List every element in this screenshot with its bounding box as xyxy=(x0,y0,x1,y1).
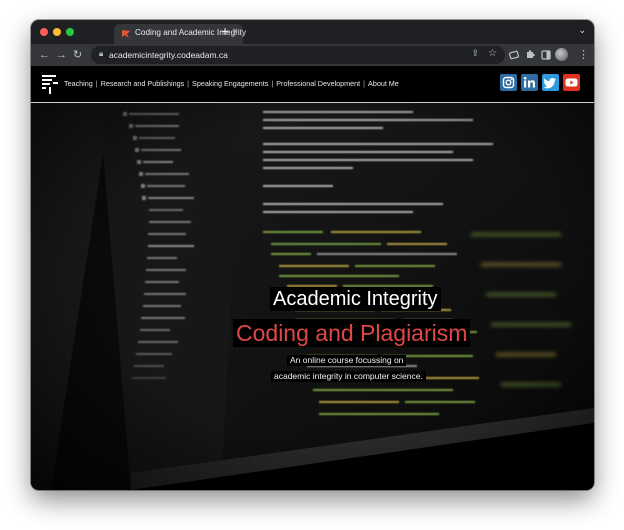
window-maximize-button[interactable] xyxy=(66,28,74,36)
forward-arrow-icon[interactable]: → xyxy=(56,47,67,63)
window-close-button[interactable] xyxy=(40,28,48,36)
puzzle-extensions-icon[interactable] xyxy=(525,49,536,60)
site-favicon-icon xyxy=(122,30,130,38)
bookmark-star-icon[interactable]: ☆ xyxy=(488,48,497,59)
site-logo[interactable] xyxy=(41,73,59,95)
more-menu-icon[interactable]: ⋮ xyxy=(578,47,589,63)
nav-research-link[interactable]: Research and Publishings xyxy=(101,79,185,88)
new-tab-button[interactable]: + xyxy=(221,23,229,39)
hero-banner: Academic Integrity Coding and Plagiarism… xyxy=(31,103,594,490)
hero-description-line-1: An online course focussing on xyxy=(287,355,407,366)
twitter-icon[interactable] xyxy=(542,74,559,91)
nav-separator: | xyxy=(95,79,98,88)
nav-teaching-link[interactable]: Teaching xyxy=(64,79,93,88)
youtube-icon[interactable] xyxy=(563,74,580,91)
linkedin-icon[interactable] xyxy=(521,74,538,91)
share-icon[interactable]: ⇪ xyxy=(471,48,479,59)
hero-description-line-2: academic integrity in computer science. xyxy=(271,371,426,382)
nav-links: Teaching | Research and Publishings | Sp… xyxy=(64,79,399,88)
nav-separator: | xyxy=(271,79,274,88)
nav-professional-development-link[interactable]: Professional Development xyxy=(276,79,360,88)
tab-title: Coding and Academic Integrity xyxy=(135,28,247,37)
tab-close-icon[interactable]: × xyxy=(232,26,238,37)
url-text[interactable]: academicintegrity.codeadam.ca xyxy=(109,50,228,60)
address-bar[interactable]: 🔒︎ academicintegrity.codeadam.ca ⇪ ☆ xyxy=(91,46,505,64)
back-arrow-icon[interactable]: ← xyxy=(39,47,50,63)
reload-icon[interactable]: ↻ xyxy=(73,47,82,63)
nav-separator: | xyxy=(363,79,366,88)
web-page: Teaching | Research and Publishings | Sp… xyxy=(31,66,594,490)
browser-window: Coding and Academic Integrity × + ⌄ ← → … xyxy=(31,20,594,490)
extension-icon[interactable] xyxy=(509,50,519,60)
hero-title: Academic Integrity xyxy=(270,287,441,311)
tab-search-icon[interactable]: ⌄ xyxy=(578,25,586,36)
side-panel-icon[interactable] xyxy=(541,50,551,60)
instagram-icon[interactable] xyxy=(500,74,517,91)
browser-toolbar: ← → ↻ 🔒︎ academicintegrity.codeadam.ca ⇪… xyxy=(31,44,594,66)
nav-speaking-link[interactable]: Speaking Engagements xyxy=(192,79,268,88)
profile-avatar[interactable] xyxy=(555,48,568,61)
window-minimize-button[interactable] xyxy=(53,28,61,36)
nav-separator: | xyxy=(187,79,190,88)
nav-about-link[interactable]: About Me xyxy=(368,79,399,88)
site-navigation: Teaching | Research and Publishings | Sp… xyxy=(31,66,594,103)
hero-subtitle: Coding and Plagiarism xyxy=(233,319,471,347)
lock-icon[interactable]: 🔒︎ xyxy=(99,49,103,59)
tab-strip: Coding and Academic Integrity × + ⌄ xyxy=(31,20,594,44)
